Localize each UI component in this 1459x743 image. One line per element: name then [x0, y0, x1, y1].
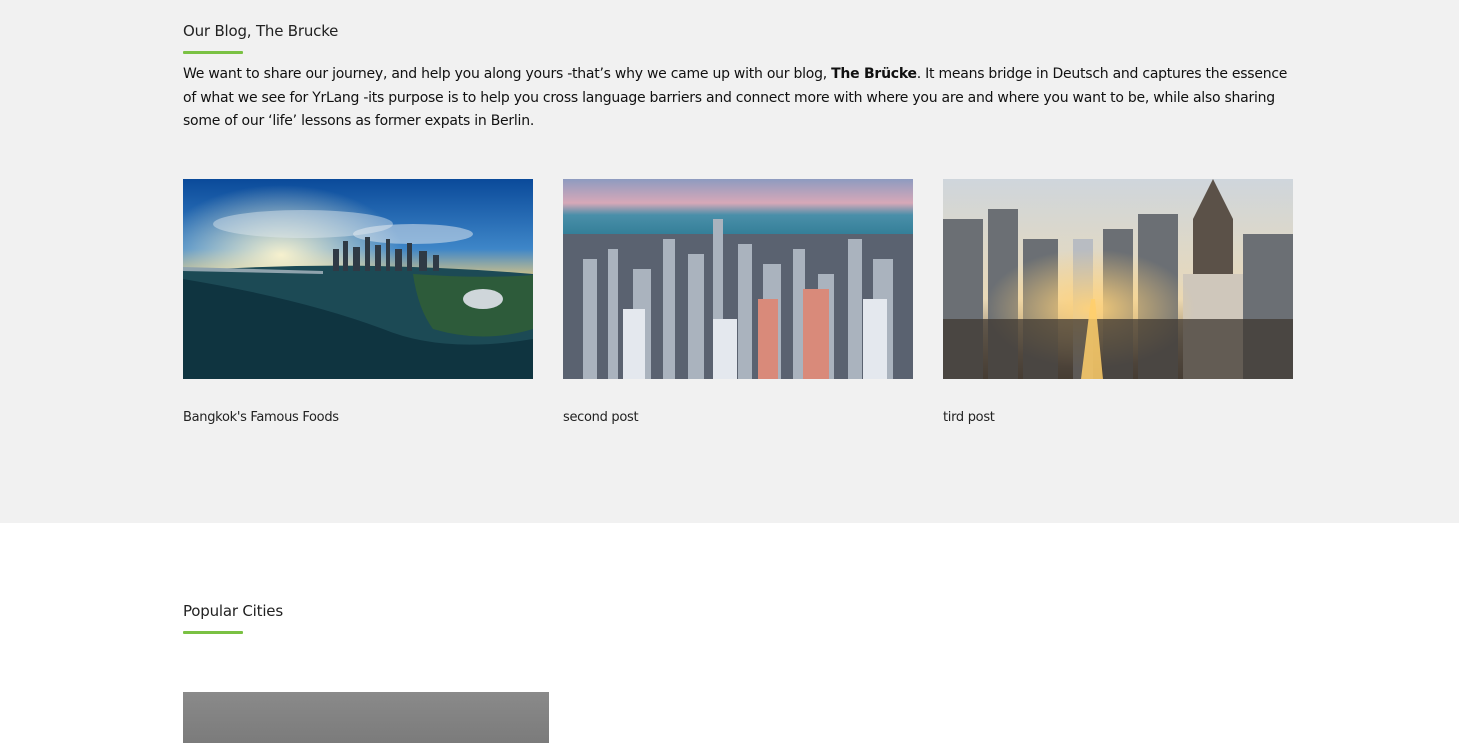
post-title[interactable]: Bangkok's Famous Foods [183, 410, 339, 425]
title-underline [183, 51, 243, 54]
skyscrapers-sunset-street-image[interactable] [943, 179, 1293, 379]
intro-text-start: We want to share our journey, and help y… [183, 66, 832, 82]
blog-post-card[interactable]: second post [563, 179, 913, 425]
aerial-bay-skyline-sunset-image[interactable] [183, 179, 533, 379]
popular-cities-section: Popular Cities [0, 523, 1459, 743]
title-underline [183, 631, 243, 634]
post-title[interactable]: tird post [943, 410, 995, 425]
popular-cities-title: Popular Cities [183, 602, 283, 620]
blog-brand-name: The Brücke [831, 66, 917, 82]
blog-intro-text: We want to share our journey, and help y… [183, 63, 1295, 134]
blog-section-title: Our Blog, The Brucke [183, 22, 339, 40]
blog-post-card[interactable]: Bangkok's Famous Foods [183, 179, 533, 425]
aerial-lakefront-city-image[interactable] [563, 179, 913, 379]
blog-section: Our Blog, The Brucke We want to share ou… [0, 0, 1459, 523]
city-photo-image[interactable] [183, 692, 549, 743]
blog-post-card[interactable]: tird post [943, 179, 1293, 425]
post-title[interactable]: second post [563, 410, 639, 425]
